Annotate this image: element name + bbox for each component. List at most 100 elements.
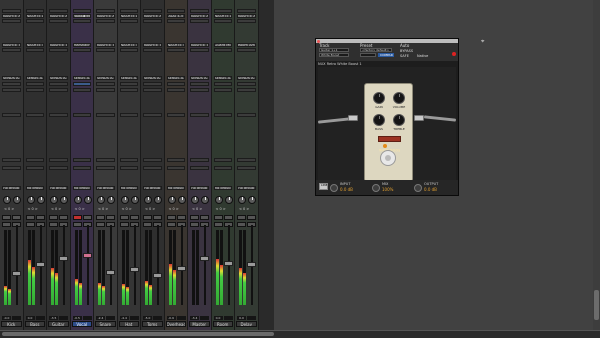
record-button[interactable] bbox=[166, 215, 176, 220]
track-name[interactable]: Master bbox=[189, 321, 210, 327]
group-selector[interactable]: no group bbox=[72, 186, 91, 190]
input-selector[interactable] bbox=[213, 166, 232, 170]
pan-knob[interactable] bbox=[177, 196, 186, 204]
solo-button[interactable] bbox=[213, 222, 223, 227]
input-monitor-button[interactable] bbox=[200, 215, 209, 220]
insert-slot[interactable] bbox=[213, 9, 232, 13]
solo-button[interactable] bbox=[143, 222, 152, 227]
input-monitor-button[interactable] bbox=[12, 215, 21, 220]
pan-knob[interactable] bbox=[50, 196, 58, 204]
record-button[interactable] bbox=[72, 215, 82, 220]
send-slot[interactable] bbox=[72, 113, 91, 117]
io-slot[interactable] bbox=[166, 48, 185, 52]
send-slot[interactable] bbox=[190, 82, 209, 86]
pan-knob[interactable] bbox=[167, 196, 176, 204]
input-selector[interactable] bbox=[166, 166, 185, 170]
group-selector[interactable]: no group bbox=[96, 186, 115, 190]
send-slot[interactable] bbox=[166, 82, 185, 86]
send-slot[interactable]: SENDS A-E bbox=[143, 76, 162, 80]
pan-knob[interactable] bbox=[13, 196, 21, 204]
insert-slot[interactable] bbox=[166, 19, 185, 23]
send-slot[interactable] bbox=[213, 113, 232, 117]
pan-knob[interactable] bbox=[248, 196, 256, 204]
insert-slot[interactable]: NASHTE A-B bbox=[190, 14, 209, 18]
io-slot[interactable] bbox=[190, 48, 209, 52]
pan-knob[interactable] bbox=[107, 196, 115, 204]
insert-slot[interactable]: NASHTE A-B bbox=[213, 14, 232, 18]
io-input-slot[interactable]: NASHTE T-B bbox=[25, 43, 44, 47]
treble-knob[interactable] bbox=[393, 114, 405, 126]
pan-knob[interactable] bbox=[144, 196, 152, 204]
vertical-scrollbar[interactable] bbox=[593, 0, 600, 330]
pan-knob[interactable] bbox=[60, 196, 68, 204]
track-name[interactable]: Vocal bbox=[71, 321, 92, 327]
send-slot[interactable] bbox=[237, 82, 256, 86]
volume-fader[interactable] bbox=[129, 267, 139, 272]
group-selector[interactable]: no group bbox=[143, 186, 162, 190]
automation-mode[interactable] bbox=[25, 158, 44, 162]
pan-knob[interactable] bbox=[214, 196, 223, 204]
io-slot[interactable] bbox=[2, 48, 21, 52]
automation-mode[interactable] bbox=[119, 158, 138, 162]
send-slot[interactable] bbox=[237, 113, 256, 117]
input-selector[interactable] bbox=[49, 166, 68, 170]
volume-fader[interactable] bbox=[35, 262, 45, 267]
send-slot[interactable] bbox=[2, 82, 21, 86]
pan-knob[interactable] bbox=[97, 196, 105, 204]
group-selector[interactable]: no group bbox=[119, 186, 138, 190]
solo-button[interactable] bbox=[25, 222, 35, 227]
insert-slot[interactable]: NASHTE A-B bbox=[143, 14, 162, 18]
send-slot[interactable]: SENDS A-E bbox=[237, 76, 256, 80]
insert-slot[interactable] bbox=[49, 9, 68, 13]
io-input-slot[interactable]: NASHTE T-B bbox=[190, 43, 209, 47]
volume-fader[interactable] bbox=[247, 262, 256, 267]
insert-slot[interactable] bbox=[96, 19, 115, 23]
insert-slot[interactable] bbox=[2, 19, 21, 23]
group-selector[interactable]: no group bbox=[237, 186, 256, 190]
track-name[interactable]: Hat bbox=[118, 321, 139, 327]
horizontal-scroll-thumb[interactable] bbox=[2, 332, 274, 336]
record-button[interactable] bbox=[25, 215, 35, 220]
send-slot[interactable] bbox=[25, 82, 44, 86]
track-name[interactable]: Kick bbox=[1, 321, 22, 327]
pan-knob[interactable] bbox=[26, 196, 35, 204]
insert-slot[interactable] bbox=[119, 19, 138, 23]
record-button[interactable] bbox=[96, 215, 105, 220]
bypass-button[interactable]: BYPASS bbox=[400, 49, 413, 53]
automation-mode[interactable] bbox=[143, 158, 162, 162]
pan-knob[interactable] bbox=[154, 196, 162, 204]
pan-knob[interactable] bbox=[238, 196, 246, 204]
automation-mode[interactable] bbox=[2, 158, 21, 162]
automation-mode[interactable] bbox=[72, 158, 91, 162]
send-slot[interactable] bbox=[119, 113, 138, 117]
io-input-slot[interactable]: Guard Mic bbox=[213, 43, 232, 47]
send-slot[interactable]: SENDS A-E bbox=[25, 76, 44, 80]
record-button[interactable] bbox=[2, 215, 11, 220]
insert-slot[interactable] bbox=[190, 9, 209, 13]
insert-slot[interactable] bbox=[143, 9, 162, 13]
send-slot[interactable] bbox=[213, 82, 232, 86]
input-selector[interactable] bbox=[119, 166, 138, 170]
pan-knob[interactable] bbox=[36, 196, 45, 204]
input-selector[interactable] bbox=[72, 166, 91, 170]
volume-fader[interactable] bbox=[12, 271, 21, 276]
send-slot[interactable]: SENDS A-E bbox=[72, 76, 91, 80]
insert-slot[interactable] bbox=[213, 19, 232, 23]
insert-slot[interactable] bbox=[237, 19, 256, 23]
automation-mode[interactable] bbox=[237, 158, 256, 162]
insert-slot[interactable]: NASHTE A-B bbox=[96, 14, 115, 18]
bass-knob[interactable] bbox=[373, 114, 385, 126]
insert-slot[interactable] bbox=[166, 9, 185, 13]
io-input-slot[interactable]: NASHTE T-B bbox=[49, 43, 68, 47]
io-input-slot[interactable]: Room Amb bbox=[237, 43, 256, 47]
send-slot[interactable] bbox=[143, 82, 162, 86]
solo-button[interactable] bbox=[49, 222, 58, 227]
preset-nav-button[interactable] bbox=[360, 53, 376, 57]
preset-selector[interactable]: <factory default> bbox=[360, 48, 392, 52]
send-slot[interactable] bbox=[143, 113, 162, 117]
input-monitor-button[interactable] bbox=[176, 215, 186, 220]
insert-slot[interactable]: NASHTE A-B bbox=[25, 14, 44, 18]
volume-knob[interactable] bbox=[393, 92, 405, 104]
io-input-slot[interactable]: NASHTE T-B bbox=[143, 43, 162, 47]
send-slot[interactable] bbox=[119, 88, 138, 92]
